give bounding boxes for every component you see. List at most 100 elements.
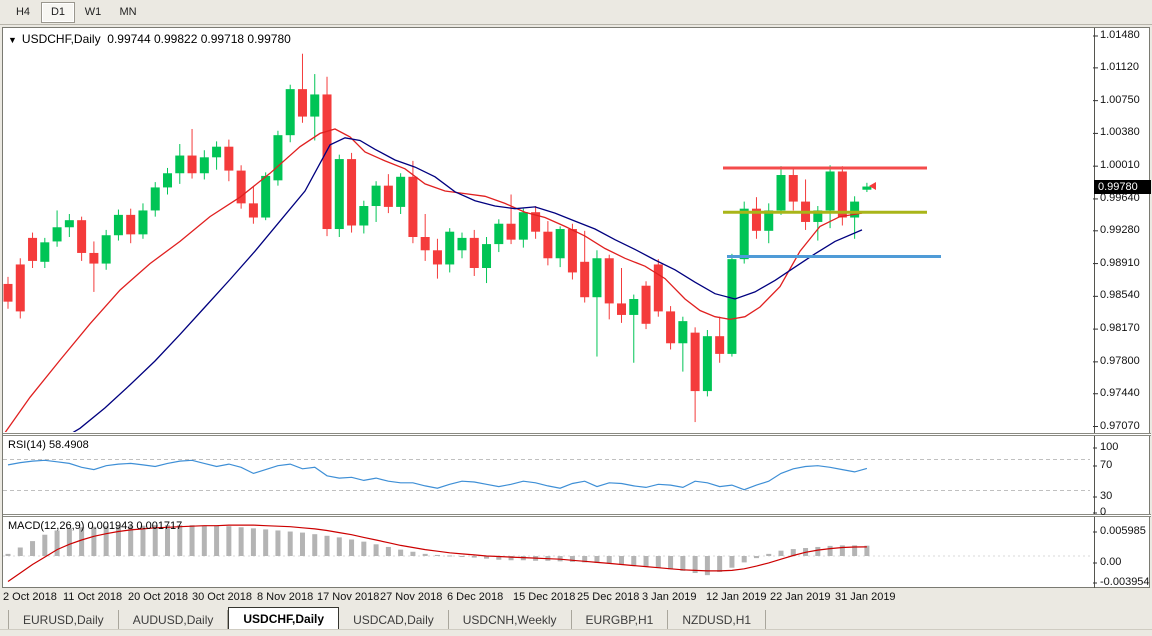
candle	[605, 255, 614, 320]
chart-tab-eurusd[interactable]: EURUSD,Daily	[8, 610, 119, 629]
candle	[126, 209, 135, 244]
candle	[28, 233, 37, 268]
rsi-line	[8, 460, 867, 489]
macd-histogram-bar	[779, 551, 784, 556]
candle	[580, 231, 589, 303]
price-axis-label: 0.97440	[1100, 387, 1140, 399]
macd-histogram-bar	[374, 544, 379, 556]
candle	[826, 165, 835, 228]
candle	[519, 209, 528, 248]
candle	[752, 197, 761, 239]
terminal-window: H4D1W1MN ▼USDCHF,Daily 0.99744 0.99822 0…	[0, 0, 1152, 636]
date-axis-label: 20 Oct 2018	[128, 591, 188, 603]
macd-histogram-bar	[288, 532, 293, 556]
macd-histogram-bar	[766, 554, 771, 556]
macd-histogram-bar	[6, 554, 11, 556]
macd-histogram-bar	[447, 555, 452, 556]
macd-histogram-bar	[410, 552, 415, 556]
candle	[421, 214, 430, 261]
macd-histogram-bar	[275, 530, 280, 556]
candle	[286, 85, 295, 143]
candle	[16, 258, 25, 318]
candle	[482, 237, 491, 283]
chart-tab-usdcnh[interactable]: USDCNH,Weekly	[449, 610, 572, 629]
candle	[691, 327, 700, 422]
candle	[703, 330, 712, 396]
macd-histogram-bar	[337, 537, 342, 556]
macd-histogram-bar	[680, 556, 685, 571]
macd-histogram-bar	[361, 542, 366, 556]
candle	[310, 74, 319, 140]
macd-histogram-bar	[202, 526, 207, 556]
macd-histogram-bar	[214, 526, 219, 556]
candle	[556, 226, 565, 267]
chart-canvas[interactable]	[0, 0, 1152, 636]
macd-histogram-bar	[435, 555, 440, 556]
candle	[801, 179, 810, 229]
macd-histogram-bar	[300, 533, 305, 556]
candle	[335, 155, 344, 237]
chart-tab-nzdusd[interactable]: NZDUSD,H1	[668, 610, 766, 629]
candle	[445, 228, 454, 272]
chart-tab-audusd[interactable]: AUDUSD,Daily	[119, 610, 229, 629]
candle	[433, 239, 442, 279]
macd-histogram-bar	[226, 526, 231, 556]
ma-slow-navy-line	[55, 138, 862, 444]
rsi-axis-label: 70	[1100, 459, 1112, 471]
date-axis-label: 30 Oct 2018	[192, 591, 252, 603]
macd-histogram-bar	[459, 556, 464, 557]
price-axis-label: 0.98910	[1100, 257, 1140, 269]
macd-axis-label: 0.005985	[1100, 525, 1146, 537]
price-axis-label: 0.99640	[1100, 192, 1140, 204]
candle	[654, 259, 663, 317]
candle	[372, 181, 381, 222]
macd-histogram-bar	[423, 554, 428, 556]
macd-histogram-bar	[349, 540, 354, 556]
chart-tab-usdchf[interactable]: USDCHF,Daily	[228, 607, 339, 629]
candle	[862, 183, 871, 192]
candle	[592, 250, 601, 356]
macd-histogram-bar	[705, 556, 710, 575]
date-axis-label: 2 Oct 2018	[3, 591, 57, 603]
candle	[89, 241, 98, 291]
chart-tab-usdcad[interactable]: USDCAD,Daily	[339, 610, 449, 629]
candle	[65, 214, 74, 237]
candle	[114, 210, 123, 241]
macd-histogram-bar	[42, 535, 47, 556]
candle	[457, 233, 466, 259]
price-axis-label: 1.00380	[1100, 126, 1140, 138]
macd-histogram-bar	[644, 556, 649, 567]
caret-down-icon[interactable]: ▼	[8, 35, 17, 45]
candle	[777, 166, 786, 215]
date-axis-label: 15 Dec 2018	[513, 591, 575, 603]
macd-histogram-bar	[668, 556, 673, 569]
price-axis-label: 1.01120	[1100, 61, 1139, 73]
chart-tab-eurgbp[interactable]: EURGBP,H1	[572, 610, 669, 629]
status-strip	[0, 629, 1152, 636]
price-axis-label: 1.00010	[1100, 159, 1140, 171]
price-axis-label: 0.97800	[1100, 355, 1140, 367]
candle	[642, 281, 651, 329]
macd-histogram-bar	[717, 556, 722, 572]
price-axis-label: 0.97070	[1100, 420, 1140, 432]
candle	[224, 140, 233, 182]
candle	[212, 141, 221, 169]
macd-histogram-bar	[607, 556, 612, 563]
candle	[163, 168, 172, 195]
candle	[175, 144, 184, 184]
candle	[347, 153, 356, 233]
macd-histogram-bar	[386, 547, 391, 556]
candle	[138, 203, 147, 238]
candle	[188, 129, 197, 179]
macd-histogram-bar	[251, 528, 256, 556]
candle	[727, 254, 736, 357]
date-axis-label: 25 Dec 2018	[577, 591, 639, 603]
date-scale[interactable]: 2 Oct 201811 Oct 201820 Oct 201830 Oct 2…	[0, 588, 1152, 607]
date-axis-label: 6 Dec 2018	[447, 591, 503, 603]
candle	[298, 54, 307, 123]
candle	[543, 221, 552, 265]
macd-histogram-bar	[828, 546, 833, 556]
price-axis-label: 0.98540	[1100, 289, 1140, 301]
candle	[102, 230, 111, 270]
date-axis-label: 31 Jan 2019	[835, 591, 896, 603]
